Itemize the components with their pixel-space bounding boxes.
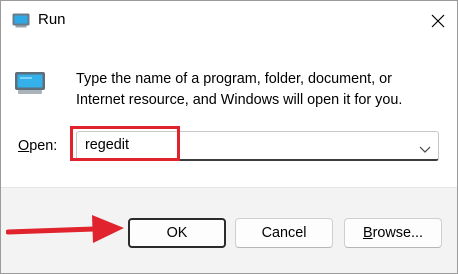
- chevron-down-icon[interactable]: [419, 141, 431, 153]
- open-label-text: pen:: [29, 138, 58, 154]
- open-combobox[interactable]: regedit: [76, 131, 439, 161]
- dialog-body: Type the name of a program, folder, docu…: [1, 41, 457, 187]
- browse-label: rowse...: [372, 225, 423, 241]
- browse-button[interactable]: Browse...: [344, 218, 442, 248]
- open-label-accelerator: O: [18, 138, 30, 154]
- ok-button[interactable]: OK: [128, 218, 226, 248]
- open-input[interactable]: regedit: [85, 137, 129, 153]
- close-button[interactable]: [423, 7, 453, 35]
- cancel-button[interactable]: Cancel: [235, 218, 333, 248]
- button-bar: OK Cancel Browse...: [1, 187, 457, 273]
- title-bar[interactable]: Run: [1, 1, 457, 41]
- run-dialog: Run Type the name of a program, folder, …: [0, 0, 458, 274]
- browse-accelerator: B: [363, 225, 373, 241]
- open-label: Open:: [18, 138, 57, 154]
- run-icon: [14, 71, 46, 95]
- close-icon: [431, 14, 445, 28]
- run-icon: [12, 12, 30, 28]
- dialog-description: Type the name of a program, folder, docu…: [76, 71, 403, 108]
- window-title: Run: [38, 11, 66, 28]
